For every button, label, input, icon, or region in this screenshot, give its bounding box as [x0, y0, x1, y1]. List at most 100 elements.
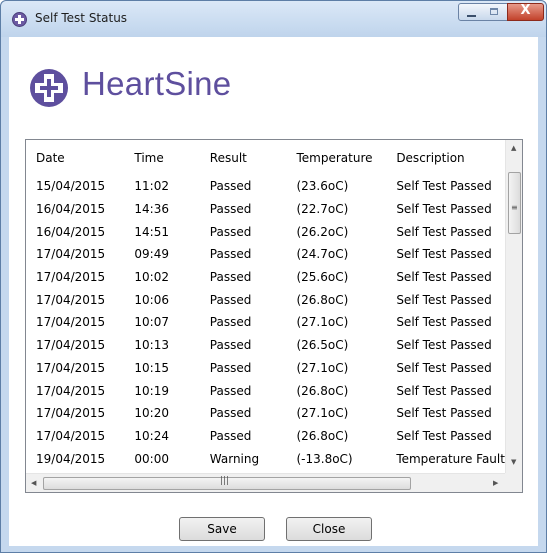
table-body: 15/04/2015 11:02 Passed (23.6oC) Self Test P… — [26, 175, 505, 473]
horizontal-scrollbar[interactable]: ◀ ||| ▶ — [26, 473, 505, 492]
horizontal-scroll-thumb[interactable]: ||| — [43, 476, 411, 490]
table-row[interactable]: 19/04/2015 00:00 Warning (-13.8oC) Temperatu… — [26, 447, 505, 470]
cell-time: 10:20 — [134, 406, 169, 421]
table-row[interactable]: 16/04/2015 14:51 Passed (26.2oC) Self Test P… — [26, 220, 505, 243]
cell-result: Passed — [209, 315, 252, 330]
cell-temperature: (27.1oC) — [296, 360, 349, 375]
cell-date: 17/04/2015 — [36, 383, 106, 398]
cell-description: Self Test Passed — [396, 383, 492, 398]
cell-result: Passed — [209, 383, 252, 398]
cell-time: 10:02 — [134, 270, 169, 285]
cell-description: Temperature Fault — [396, 451, 505, 466]
maximize-button[interactable] — [483, 3, 508, 21]
table-row[interactable]: 17/04/2015 10:13 Passed (26.5oC) Self Test P… — [26, 334, 505, 357]
cell-description: Self Test Passed — [396, 202, 492, 217]
cell-result: Passed — [209, 338, 252, 353]
cell-description: Self Test Passed — [396, 179, 492, 194]
self-test-status-window: Self Test Status X HeartSine Date Time R… — [0, 0, 547, 553]
close-window-button[interactable]: X — [507, 3, 544, 21]
scrollbar-corner — [505, 473, 522, 492]
cell-date: 17/04/2015 — [36, 270, 106, 285]
save-button[interactable]: Save — [179, 517, 265, 541]
title-bar[interactable]: Self Test Status X — [1, 1, 546, 37]
cell-date: 17/04/2015 — [36, 338, 106, 353]
cell-description: Self Test Passed — [396, 224, 492, 239]
cell-date: 17/04/2015 — [36, 406, 106, 421]
cell-date: 17/04/2015 — [36, 247, 106, 262]
column-header-date[interactable]: Date — [26, 140, 124, 175]
cell-date: 19/04/2015 — [36, 451, 106, 466]
cell-time: 14:36 — [134, 202, 169, 217]
cell-date: 17/04/2015 — [36, 292, 106, 307]
minimize-button[interactable] — [458, 3, 484, 21]
scroll-grip-icon: ≡ — [511, 203, 518, 212]
cell-result: Passed — [209, 224, 252, 239]
table-row[interactable]: 16/04/2015 14:36 Passed (22.7oC) Self Test P… — [26, 198, 505, 221]
scroll-up-arrow-icon[interactable]: ▲ — [511, 144, 516, 152]
cell-temperature: (26.2oC) — [296, 224, 349, 239]
table-row[interactable]: 15/04/2015 11:02 Passed (23.6oC) Self Test P… — [26, 175, 505, 198]
cell-description: Self Test Passed — [396, 360, 492, 375]
cell-result: Passed — [209, 247, 252, 262]
cell-description: Self Test Passed — [396, 338, 492, 353]
cell-result: Passed — [209, 179, 252, 194]
cell-temperature: (27.1oC) — [296, 315, 349, 330]
results-table: Date Time Result Temperature Description… — [26, 140, 505, 473]
table-row[interactable]: 17/04/2015 09:49 Passed (24.7oC) Self Test P… — [26, 243, 505, 266]
cell-result: Passed — [209, 428, 252, 443]
table-row[interactable]: 17/04/2015 10:24 Passed (26.8oC) Self Test P… — [26, 425, 505, 448]
app-icon — [12, 12, 27, 27]
cell-time: 10:15 — [134, 360, 169, 375]
cell-time: 10:06 — [134, 292, 169, 307]
table-viewport: Date Time Result Temperature Description… — [26, 140, 505, 473]
cell-temperature: (25.6oC) — [296, 270, 349, 285]
cell-result: Passed — [209, 360, 252, 375]
cell-result: Passed — [209, 292, 252, 307]
cell-description: Self Test Passed — [396, 247, 492, 262]
cell-date: 17/04/2015 — [36, 360, 106, 375]
cell-time: 10:24 — [134, 428, 169, 443]
cell-description: Self Test Passed — [396, 428, 492, 443]
cell-time: 14:51 — [134, 224, 169, 239]
cell-time: 10:13 — [134, 338, 169, 353]
cell-description: Self Test Passed — [396, 406, 492, 421]
brand-name: HeartSine — [82, 65, 232, 102]
column-header-temperature[interactable]: Temperature — [286, 140, 386, 175]
window-title: Self Test Status — [35, 11, 128, 25]
cell-description: Self Test Passed — [396, 292, 492, 307]
cell-date: 16/04/2015 — [36, 224, 106, 239]
scroll-left-arrow-icon[interactable]: ◀ — [31, 479, 36, 487]
scroll-right-arrow-icon[interactable]: ▶ — [493, 479, 498, 487]
cell-result: Warning — [209, 451, 260, 466]
table-row[interactable]: 17/04/2015 10:20 Passed (27.1oC) Self Test P… — [26, 402, 505, 425]
column-header-result[interactable]: Result — [200, 140, 287, 175]
cell-time: 10:19 — [134, 383, 169, 398]
close-button[interactable]: Close — [286, 517, 372, 541]
self-test-table[interactable]: Date Time Result Temperature Description… — [25, 139, 523, 493]
column-header-description[interactable]: Description — [386, 140, 505, 175]
scroll-grip-icon: ||| — [220, 476, 230, 486]
table-row[interactable]: 17/04/2015 10:02 Passed (25.6oC) Self Test P… — [26, 266, 505, 289]
cell-temperature: (-13.8oC) — [296, 451, 353, 466]
cell-time: 11:02 — [134, 179, 169, 194]
cell-date: 17/04/2015 — [36, 315, 106, 330]
table-row[interactable]: 17/04/2015 10:07 Passed (27.1oC) Self Test P… — [26, 311, 505, 334]
minimize-icon — [467, 15, 476, 17]
cell-result: Passed — [209, 270, 252, 285]
table-row[interactable]: 17/04/2015 10:15 Passed (27.1oC) Self Test P… — [26, 357, 505, 380]
column-header-time[interactable]: Time — [124, 140, 199, 175]
cell-time: 10:07 — [134, 315, 169, 330]
cell-date: 17/04/2015 — [36, 428, 106, 443]
table-header-row: Date Time Result Temperature Description — [26, 140, 505, 175]
cell-description: Self Test Passed — [396, 315, 492, 330]
maximize-icon — [490, 8, 498, 15]
heartsine-logo-icon — [30, 69, 68, 107]
cell-time: 09:49 — [134, 247, 169, 262]
table-row[interactable]: 17/04/2015 10:19 Passed (26.8oC) Self Test P… — [26, 379, 505, 402]
close-icon: X — [520, 3, 531, 18]
vertical-scrollbar[interactable]: ▲ ≡ ▼ — [505, 140, 522, 473]
cell-temperature: (23.6oC) — [296, 179, 349, 194]
table-row[interactable]: 17/04/2015 10:06 Passed (26.8oC) Self Test P… — [26, 288, 505, 311]
scroll-down-arrow-icon[interactable]: ▼ — [511, 458, 516, 466]
cell-temperature: (22.7oC) — [296, 202, 349, 217]
